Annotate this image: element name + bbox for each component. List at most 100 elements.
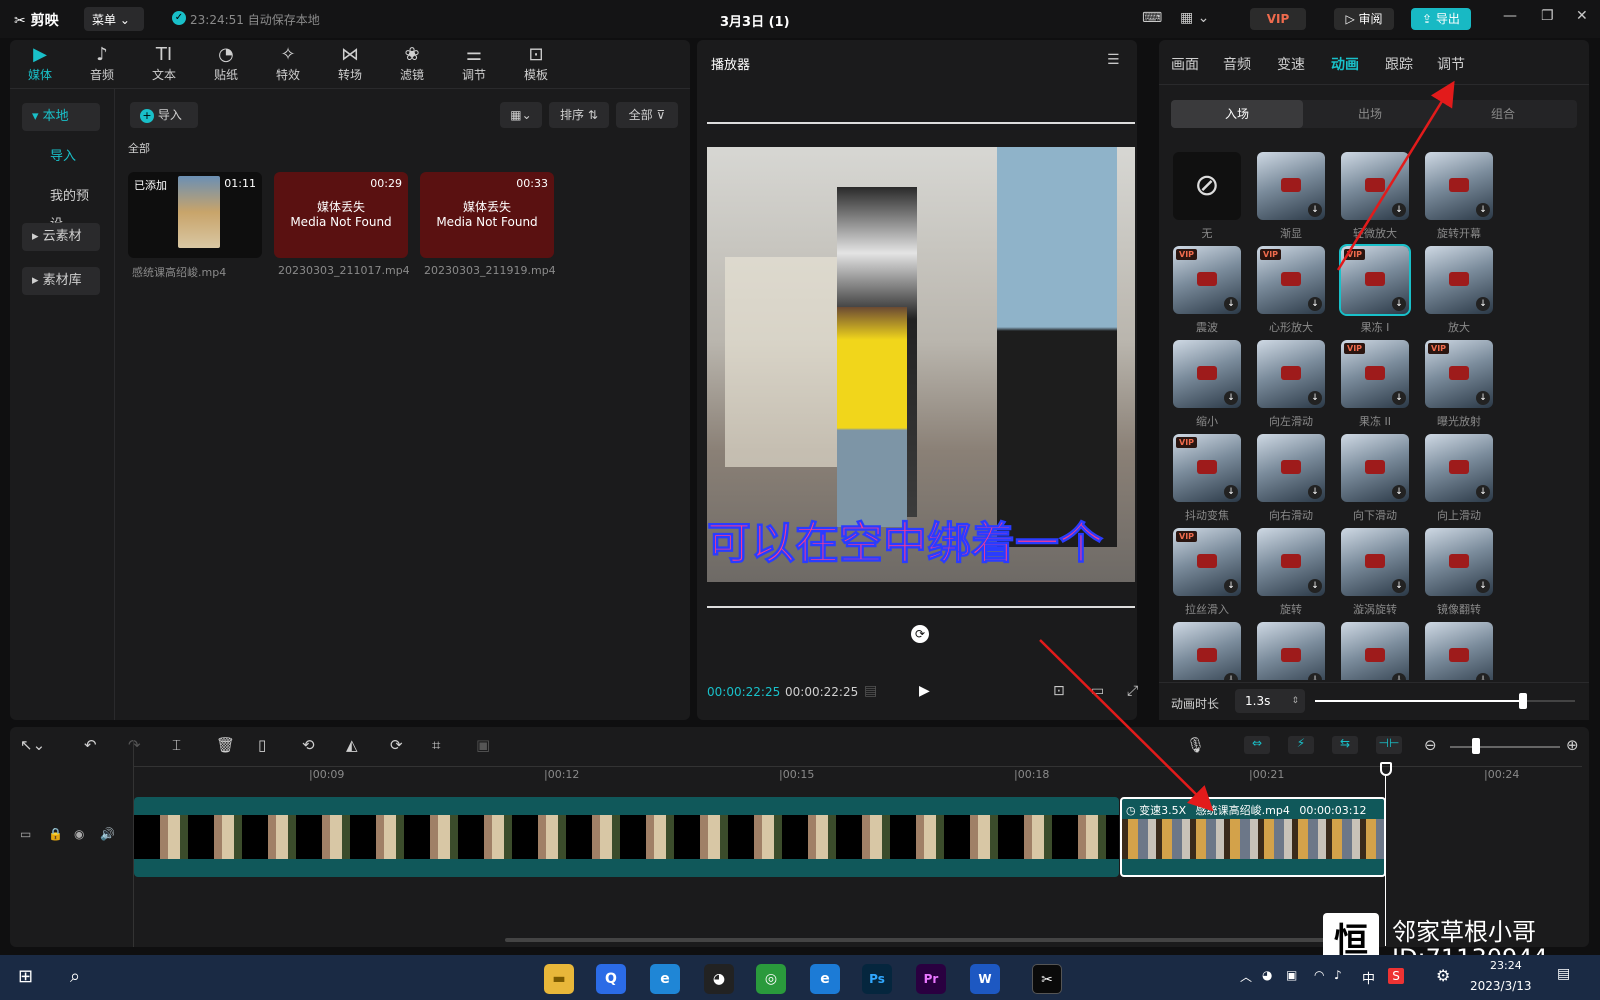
lock-icon[interactable]: 🔒 bbox=[48, 827, 63, 841]
sidebar-item-import[interactable]: 导入 bbox=[22, 143, 100, 171]
premiere-icon[interactable]: Pr bbox=[916, 964, 946, 994]
animation-item[interactable]: ↓ 轻微放大 bbox=[1341, 152, 1409, 241]
animation-item[interactable]: ↓ 旋转开幕 bbox=[1425, 152, 1493, 241]
tray-up-icon[interactable]: ︿ bbox=[1240, 968, 1252, 985]
menu-button[interactable]: 菜单 ⌄ bbox=[84, 7, 144, 31]
sidebar-item-library[interactable]: ▸ 素材库 bbox=[22, 267, 100, 295]
snap-icon[interactable]: ⚡ bbox=[1288, 736, 1314, 754]
tab-media[interactable]: ▶ 媒体 bbox=[18, 44, 62, 83]
timeline-scrollbar[interactable] bbox=[505, 938, 1325, 942]
volume-icon[interactable]: 🔊 bbox=[100, 827, 115, 841]
ime-indicator[interactable]: 中 bbox=[1362, 968, 1375, 987]
tab-sticker[interactable]: ◔ 贴纸 bbox=[204, 44, 248, 83]
zoom-out-icon[interactable]: ⊖ bbox=[1424, 736, 1437, 754]
quark-icon[interactable]: Q bbox=[596, 964, 626, 994]
tab-effects[interactable]: ✧ 特效 bbox=[266, 44, 310, 83]
freeze-icon[interactable]: ▯ bbox=[258, 736, 266, 754]
speaker-icon[interactable]: ♪ bbox=[1334, 968, 1342, 982]
mirror-icon[interactable]: ◭ bbox=[346, 736, 358, 754]
reverse-icon[interactable]: ⟲ bbox=[302, 736, 315, 754]
animation-item[interactable]: VIP ↓ 果冻 II bbox=[1341, 340, 1409, 429]
file-explorer-icon[interactable]: ▬ bbox=[544, 964, 574, 994]
animation-item[interactable]: ↓ bbox=[1173, 622, 1241, 680]
import-button[interactable]: + 导入 bbox=[130, 102, 198, 128]
minimize-icon[interactable]: — bbox=[1503, 8, 1517, 24]
preview-axis-icon[interactable]: ⊣⊢ bbox=[1376, 736, 1402, 754]
animation-item[interactable]: VIP ↓ 曝光放射 bbox=[1425, 340, 1493, 429]
undo-icon[interactable]: ↶ bbox=[84, 736, 97, 754]
menu-lines-icon[interactable]: ☰ bbox=[1107, 52, 1120, 68]
waveform-icon[interactable]: ▤ bbox=[864, 683, 877, 699]
zoom-fit-icon[interactable]: ⊡ bbox=[1053, 683, 1065, 699]
rotate-icon[interactable]: ⟳ bbox=[390, 736, 403, 754]
capcut-taskbar-icon[interactable]: ✂ bbox=[1032, 964, 1062, 994]
selected-video-clip[interactable]: ◷ 变速3.5X 感统课高绍峻.mp4 00:00:03:12 bbox=[1120, 797, 1386, 877]
word-icon[interactable]: W bbox=[970, 964, 1000, 994]
tab-template[interactable]: ⊡ 模板 bbox=[514, 44, 558, 83]
crop-icon[interactable]: ⌗ bbox=[432, 736, 440, 754]
animation-item[interactable]: ↓ 向下滑动 bbox=[1341, 434, 1409, 523]
tab-audio[interactable]: ♪ 音频 bbox=[80, 44, 124, 83]
select-cursor-icon[interactable]: ↖⌄ bbox=[20, 736, 45, 754]
tray-device-icon[interactable]: ▣ bbox=[1286, 968, 1297, 982]
export-button[interactable]: ⇪ 导出 bbox=[1411, 8, 1471, 30]
chrome-icon[interactable]: ◎ bbox=[756, 964, 786, 994]
windows-start-icon[interactable]: ⊞ bbox=[18, 966, 33, 987]
video-clip[interactable] bbox=[134, 797, 1119, 877]
animation-item[interactable]: ↓ 渐显 bbox=[1257, 152, 1325, 241]
settings-gear-icon[interactable]: ⚙ bbox=[1436, 966, 1450, 985]
delete-icon[interactable]: 🗑 bbox=[216, 736, 235, 754]
photoshop-icon[interactable]: Ps bbox=[862, 964, 892, 994]
sogou-icon[interactable]: S bbox=[1388, 968, 1404, 984]
animation-item[interactable]: ↓ 向右滑动 bbox=[1257, 434, 1325, 523]
view-toggle[interactable]: ▦⌄ bbox=[500, 102, 542, 128]
playhead-handle[interactable] bbox=[1380, 762, 1392, 776]
link-main-icon[interactable]: ⇔ bbox=[1244, 736, 1270, 754]
animation-item[interactable]: ↓ 缩小 bbox=[1173, 340, 1241, 429]
animation-item[interactable]: VIP ↓ 抖动变焦 bbox=[1173, 434, 1241, 523]
media-card[interactable]: 已添加 01:11 bbox=[128, 172, 262, 258]
close-icon[interactable]: ✕ bbox=[1576, 8, 1588, 24]
link-icon[interactable]: ⇆ bbox=[1332, 736, 1358, 754]
eye-icon[interactable]: ◉ bbox=[74, 827, 84, 841]
animation-item[interactable]: ↓ 镜像翻转 bbox=[1425, 528, 1493, 617]
sidebar-item-local[interactable]: ▾ 本地 bbox=[22, 103, 100, 131]
tab-transition[interactable]: ⋈ 转场 bbox=[328, 44, 372, 83]
layout-icon[interactable]: ▦ ⌄ bbox=[1180, 10, 1209, 26]
sort-button[interactable]: 排序 ⇅ bbox=[549, 102, 609, 128]
zoom-in-icon[interactable]: ⊕ bbox=[1566, 736, 1579, 754]
animation-item[interactable]: ↓ bbox=[1341, 622, 1409, 680]
tab-adjust[interactable]: ⚌ 调节 bbox=[452, 44, 496, 83]
animation-item[interactable]: ↓ 向左滑动 bbox=[1257, 340, 1325, 429]
qq-icon[interactable]: ◕ bbox=[704, 964, 734, 994]
tab-filter[interactable]: ❀ 滤镜 bbox=[390, 44, 434, 83]
animation-item[interactable]: VIP ↓ 果冻 I bbox=[1339, 244, 1411, 335]
duration-slider-handle[interactable] bbox=[1519, 693, 1527, 709]
ratio-icon[interactable]: ▭ bbox=[1091, 683, 1104, 699]
animation-item[interactable]: VIP ↓ 震波 bbox=[1173, 246, 1241, 335]
filter-button[interactable]: 全部 ⊽ bbox=[616, 102, 678, 128]
animation-item[interactable]: VIP ↓ 拉丝滑入 bbox=[1173, 528, 1241, 617]
zoom-slider[interactable] bbox=[1450, 746, 1560, 748]
animation-item[interactable]: ↓ bbox=[1257, 622, 1325, 680]
animation-item[interactable]: ↓ 放大 bbox=[1425, 246, 1493, 335]
review-button[interactable]: ▷ 审阅 bbox=[1334, 8, 1394, 30]
sidebar-item-presets[interactable]: 我的预设 bbox=[22, 183, 100, 232]
notification-icon[interactable]: ▤ bbox=[1557, 966, 1570, 982]
tray-qq-icon[interactable]: ◕ bbox=[1262, 968, 1272, 982]
animation-item[interactable]: ↓ 旋转 bbox=[1257, 528, 1325, 617]
animation-item[interactable]: ⊘ 无 bbox=[1173, 152, 1241, 241]
tab-text[interactable]: TI 文本 bbox=[142, 44, 186, 83]
wifi-icon[interactable]: ◠ bbox=[1314, 968, 1324, 982]
video-frame[interactable]: 可以在空中绑着一个 bbox=[707, 147, 1135, 582]
animation-item[interactable]: VIP ↓ 心形放大 bbox=[1257, 246, 1325, 335]
maximize-icon[interactable]: ❐ bbox=[1541, 8, 1554, 24]
split-icon[interactable]: ⌶ bbox=[172, 736, 181, 754]
animation-item[interactable]: ↓ 漩涡旋转 bbox=[1341, 528, 1409, 617]
media-card-missing[interactable]: 00:29 媒体丢失 Media Not Found bbox=[274, 172, 408, 258]
ie-icon[interactable]: e bbox=[650, 964, 680, 994]
sidebar-item-cloud[interactable]: ▸ 云素材 bbox=[22, 223, 100, 251]
rotate-icon[interactable]: ⟳ bbox=[911, 625, 929, 643]
search-icon[interactable]: ⌕ bbox=[70, 966, 80, 987]
media-card-missing[interactable]: 00:33 媒体丢失 Media Not Found bbox=[420, 172, 554, 258]
